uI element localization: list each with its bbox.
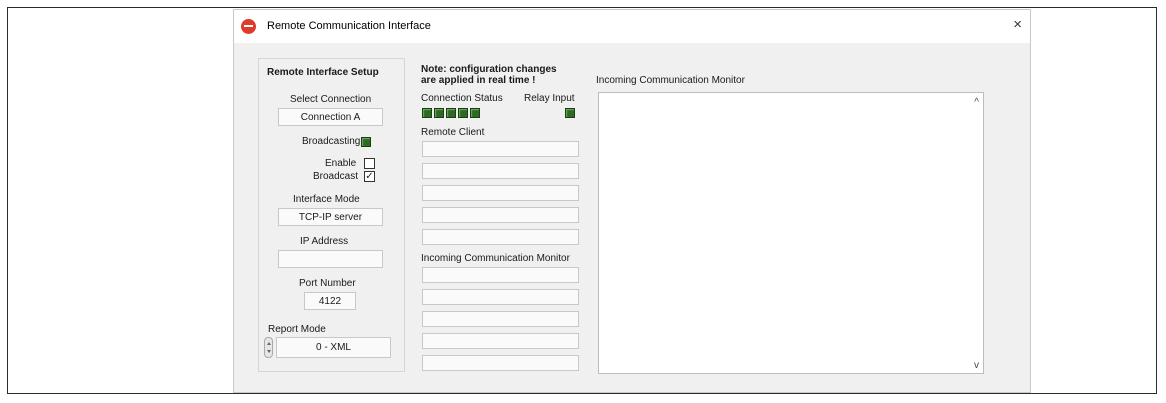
- window-title: Remote Communication Interface: [267, 20, 431, 32]
- title-bar: Remote Communication Interface ×: [234, 10, 1030, 43]
- relay-input-led: [565, 108, 575, 118]
- connection-status-led-2: [434, 108, 444, 118]
- connection-status-led-3: [446, 108, 456, 118]
- connection-select[interactable]: Connection A: [278, 108, 383, 126]
- interface-mode-select[interactable]: TCP-IP server: [278, 208, 383, 226]
- broadcast-checkbox[interactable]: ✓: [364, 171, 375, 182]
- broadcasting-label: Broadcasting: [302, 136, 361, 147]
- port-number-input[interactable]: 4122: [304, 292, 356, 310]
- broadcast-label: Broadcast: [313, 171, 359, 182]
- close-icon[interactable]: ×: [1013, 16, 1022, 34]
- interface-mode-label: Interface Mode: [293, 194, 360, 205]
- monitor-field-4[interactable]: [422, 333, 579, 349]
- scroll-down-icon[interactable]: v: [974, 360, 979, 371]
- report-mode-label: Report Mode: [268, 324, 326, 335]
- dialog-window: Remote Communication Interface × Remote …: [233, 9, 1031, 393]
- monitor-field-5[interactable]: [422, 355, 579, 371]
- connection-status-label: Connection Status: [421, 93, 503, 104]
- monitor-field-2[interactable]: [422, 289, 579, 305]
- setup-heading: Remote Interface Setup: [267, 67, 379, 78]
- port-number-label: Port Number: [299, 278, 356, 289]
- remote-client-field-3[interactable]: [422, 185, 579, 201]
- remote-client-label: Remote Client: [421, 127, 485, 138]
- middle-monitor-label: Incoming Communication Monitor: [421, 253, 570, 264]
- connection-status-led-4: [458, 108, 468, 118]
- report-mode-value: 0 - XML: [276, 337, 391, 358]
- connection-status-led-1: [422, 108, 432, 118]
- ip-address-input[interactable]: [278, 250, 383, 268]
- ip-address-label: IP Address: [300, 236, 349, 247]
- monitor-field-3[interactable]: [422, 311, 579, 327]
- remote-client-field-1[interactable]: [422, 141, 579, 157]
- monitor-field-1[interactable]: [422, 267, 579, 283]
- remote-client-field-5[interactable]: [422, 229, 579, 245]
- remote-client-field-2[interactable]: [422, 163, 579, 179]
- connection-status-led-5: [470, 108, 480, 118]
- remote-client-field-4[interactable]: [422, 207, 579, 223]
- enable-checkbox[interactable]: [364, 158, 375, 169]
- broadcasting-indicator: [361, 137, 371, 147]
- monitor-label: Incoming Communication Monitor: [596, 75, 745, 86]
- report-mode-spinner[interactable]: [264, 337, 273, 358]
- note-line-1: Note: configuration changes: [421, 64, 557, 75]
- select-connection-label: Select Connection: [290, 94, 372, 105]
- incoming-communication-monitor[interactable]: ^ v: [598, 92, 984, 374]
- relay-input-label: Relay Input: [524, 93, 575, 104]
- note-line-2: are applied in real time !: [421, 75, 536, 86]
- scroll-up-icon[interactable]: ^: [974, 97, 979, 108]
- app-logo-icon: [241, 19, 256, 34]
- enable-label: Enable: [325, 158, 357, 169]
